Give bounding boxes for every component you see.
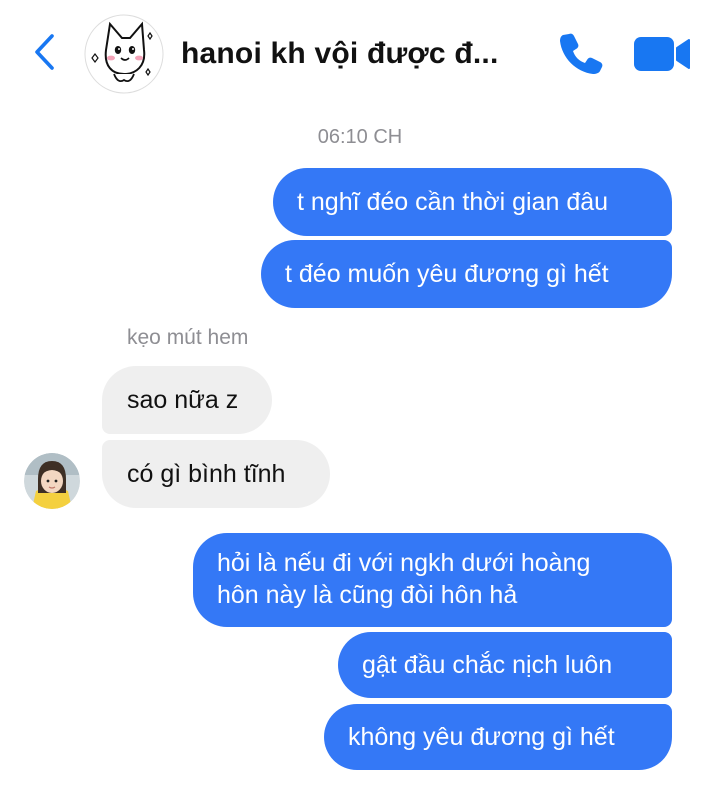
video-call-button[interactable] [633,34,691,74]
outgoing-message-bubble[interactable]: không yêu đương gì hết [324,704,672,770]
sender-name: kẹo mút hem [127,326,249,349]
outgoing-message-bubble[interactable]: t đéo muốn yêu đương gì hết [261,240,672,308]
incoming-message-bubble[interactable]: sao nữa z [102,366,272,434]
contact-avatar[interactable] [84,14,164,94]
message-text: t nghĩ đéo cần thời gian đâu [297,188,609,216]
outgoing-message-bubble[interactable]: hỏi là nếu đi với ngkh dưới hoàng hôn nà… [193,533,672,627]
sender-avatar[interactable] [24,453,80,509]
incoming-message-bubble[interactable]: có gì bình tĩnh [102,440,330,508]
message-text: gật đầu chắc nịch luôn [362,651,613,679]
chevron-left-icon [35,34,54,70]
message-text-line: hỏi là nếu đi với ngkh dưới hoàng [217,549,591,577]
message-text: có gì bình tĩnh [127,460,286,488]
voice-call-button[interactable] [558,30,604,76]
conversation-title[interactable]: hanoi kh vội được đ... [181,34,531,74]
message-text: t đéo muốn yêu đương gì hết [285,260,609,288]
phone-icon [560,33,603,74]
message-text-line: hôn này là cũng đòi hôn hả [217,581,518,609]
message-text: sao nữa z [127,386,239,414]
message-timestamp: 06:10 CH [317,126,403,148]
outgoing-message-bubble[interactable]: t nghĩ đéo cần thời gian đâu [273,168,672,236]
cat-avatar-image [84,14,164,94]
back-button[interactable] [26,30,62,74]
outgoing-message-bubble[interactable]: gật đầu chắc nịch luôn [338,632,672,698]
chat-header: hanoi kh vội được đ... [0,0,720,110]
video-camera-icon [634,37,690,71]
profile-photo [24,453,80,509]
message-text: không yêu đương gì hết [348,723,615,751]
